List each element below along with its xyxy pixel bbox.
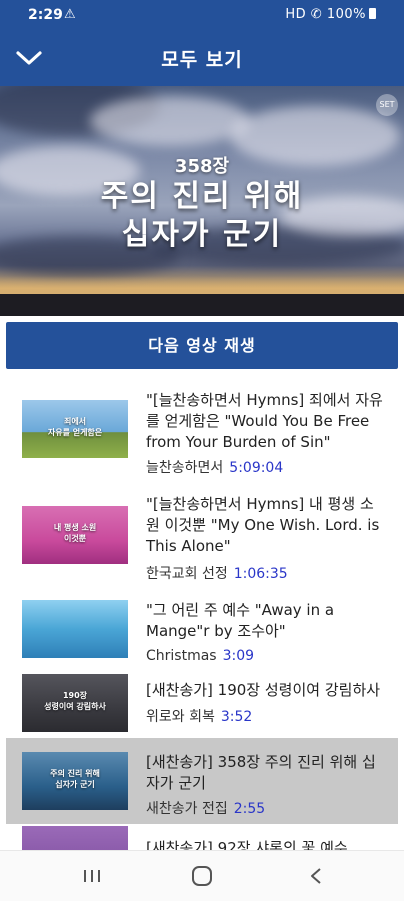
list-item-title: [새찬송가] 358장 주의 진리 위해 십자가 군기 — [146, 753, 376, 792]
warning-icon: ⚠ — [64, 7, 76, 22]
back-icon[interactable] — [296, 861, 336, 891]
settings-badge[interactable]: SET — [376, 94, 398, 116]
list-item-meta: 한국교회 선정 1:06:35 — [146, 563, 288, 583]
video-thumbnail — [22, 600, 128, 658]
list-item[interactable]: 내 평생 소원 이것뿐 "[늘찬송하면서 Hymns] 내 평생 소원 이것뿐 … — [6, 488, 398, 588]
cloud-shape — [90, 96, 250, 146]
hymn-number: 358장 — [174, 156, 230, 177]
duration: 3:52 — [220, 709, 253, 725]
app-bar: 모두 보기 — [0, 30, 404, 86]
duration: 2:55 — [233, 801, 266, 817]
status-bar: 2:29 ⚠ HD ✆ 100% — [0, 0, 404, 30]
video-thumbnail: 190장 성령이여 강림하사 — [22, 674, 128, 732]
duration: 5:09:04 — [229, 460, 284, 476]
thumbnail-caption: 죄에서 자유를 얻게함은 — [47, 417, 103, 437]
list-item-title: [새찬송가] 190장 성령이여 강림하사 — [146, 681, 381, 699]
status-time: 2:29 — [28, 7, 63, 23]
list-item-meta: 새찬송가 전집 2:55 — [146, 798, 265, 818]
list-item-title: "[늘찬송하면서 Hymns] 죄에서 자유를 얻게함은 "Would You … — [146, 391, 383, 451]
battery-icon — [369, 8, 376, 19]
list-item[interactable]: [새찬송가] 92장 샤론의 꽃 예수 — [6, 826, 398, 850]
channel-name: 새찬송가 전집 — [146, 801, 228, 817]
thumbnail-caption: 주의 진리 위해 십자가 군기 — [50, 769, 100, 789]
channel-name: 늘찬송하면서 — [146, 460, 224, 476]
thumbnail-caption: 190장 성령이여 강림하사 — [44, 691, 106, 711]
list-item-selected[interactable]: 주의 진리 위해 십자가 군기 [새찬송가] 358장 주의 진리 위해 십자가… — [6, 738, 398, 824]
list-item[interactable]: "그 어린 주 예수 "Away in a Mange"r by 조수아" Ch… — [6, 590, 398, 670]
recent-apps-icon[interactable] — [72, 861, 112, 891]
duration: 1:06:35 — [233, 566, 288, 582]
channel-name: Christmas — [146, 648, 217, 664]
video-title-line2: 십자가 군기 — [121, 217, 283, 252]
list-item-title: [새찬송가] 92장 샤론의 꽃 예수 — [146, 839, 348, 850]
duration: 3:09 — [222, 648, 255, 664]
horizon — [0, 294, 404, 316]
video-thumbnail: 죄에서 자유를 얻게함은 — [22, 400, 128, 458]
list-item-meta: 위로와 회복 3:52 — [146, 706, 252, 726]
list-item-title: "그 어린 주 예수 "Away in a Mange"r by 조수아" — [146, 601, 335, 640]
navigation-bar — [0, 850, 404, 901]
play-next-button[interactable]: 다음 영상 재생 — [6, 322, 398, 369]
playlist: 죄에서 자유를 얻게함은 "[늘찬송하면서 Hymns] 죄에서 자유를 얻게함… — [6, 376, 398, 850]
video-title-line1: 주의 진리 위해 — [100, 179, 304, 214]
list-item[interactable]: 190장 성령이여 강림하사 [새찬송가] 190장 성령이여 강림하사 위로와… — [6, 670, 398, 740]
video-thumbnail: 주의 진리 위해 십자가 군기 — [22, 752, 128, 810]
page-title: 모두 보기 — [161, 49, 243, 71]
status-indicators: HD ✆ 100% — [285, 7, 376, 22]
list-item-meta: Christmas 3:09 — [146, 648, 254, 664]
video-thumbnail — [22, 826, 128, 850]
video-title: 주의 진리 위해 십자가 군기 — [0, 178, 404, 254]
channel-name: 위로와 회복 — [146, 709, 215, 725]
thumbnail-caption: 내 평생 소원 이것뿐 — [53, 523, 97, 543]
video-thumbnail: 내 평생 소원 이것뿐 — [22, 506, 128, 564]
video-player[interactable]: SET 358장 주의 진리 위해 십자가 군기 — [0, 86, 404, 316]
channel-name: 한국교회 선정 — [146, 566, 228, 582]
home-icon[interactable] — [182, 861, 222, 891]
list-item[interactable]: 죄에서 자유를 얻게함은 "[늘찬송하면서 Hymns] 죄에서 자유를 얻게함… — [6, 376, 398, 476]
list-item-title: "[늘찬송하면서 Hymns] 내 평생 소원 이것뿐 "My One Wish… — [146, 495, 380, 555]
status-right-text: HD ✆ 100% — [285, 7, 366, 22]
list-item-meta: 늘찬송하면서 5:09:04 — [146, 457, 283, 477]
